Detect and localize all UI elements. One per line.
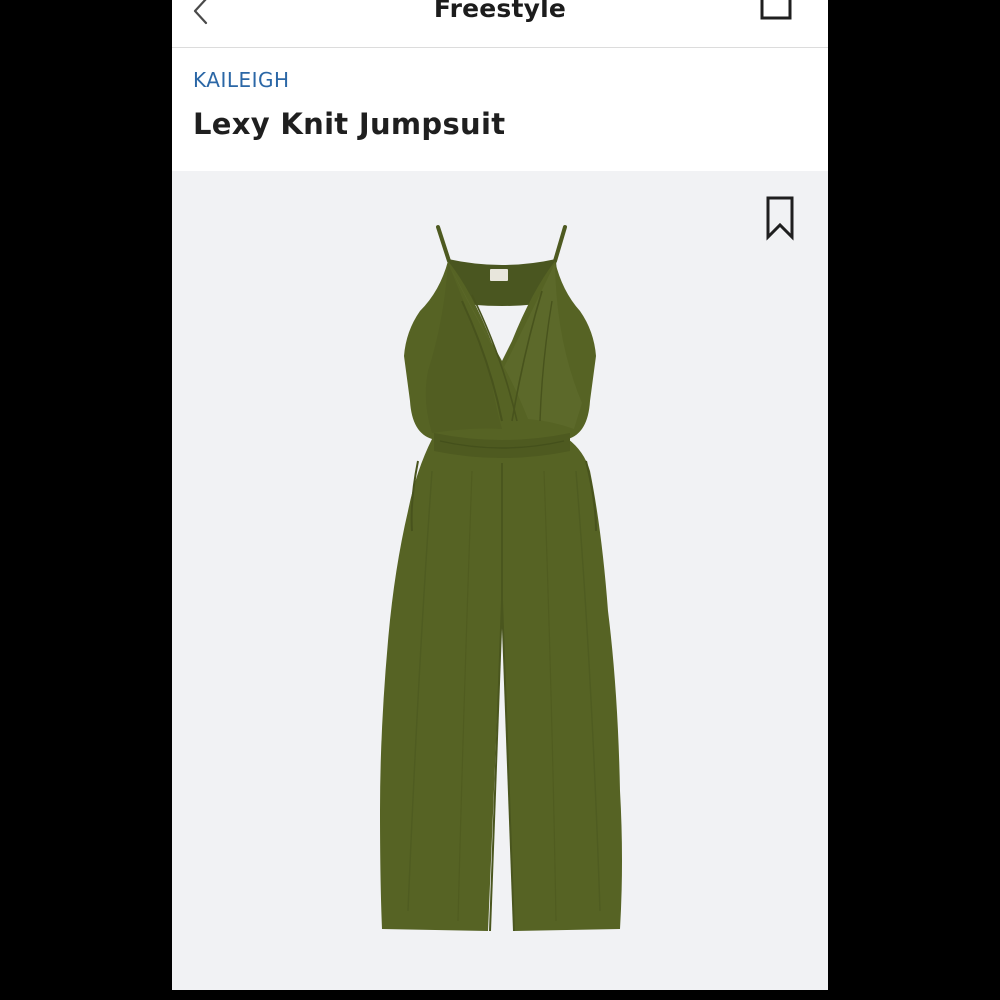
- bag-icon: [760, 0, 792, 20]
- bookmark-icon: [766, 196, 794, 241]
- brand-name[interactable]: KAILEIGH: [193, 68, 290, 92]
- product-image-area: [172, 171, 828, 990]
- cart-button[interactable]: [760, 0, 794, 22]
- product-title: Lexy Knit Jumpsuit: [193, 107, 506, 141]
- product-image: [380, 225, 622, 932]
- navigation-bar: Freestyle: [172, 0, 828, 48]
- app-screen: Freestyle KAILEIGH Lexy Knit Jumpsuit: [172, 0, 828, 990]
- save-button[interactable]: [764, 195, 798, 243]
- page-title: Freestyle: [433, 0, 567, 23]
